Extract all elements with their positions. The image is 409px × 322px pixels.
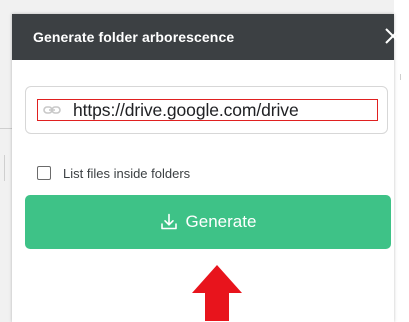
up-arrow-icon — [192, 265, 242, 321]
list-files-label[interactable]: List files inside folders — [63, 166, 190, 181]
background-divider — [400, 74, 401, 80]
url-input[interactable]: https://drive.google.com/drive — [73, 100, 299, 120]
dialog-title: Generate folder arborescence — [33, 29, 235, 45]
download-icon — [160, 213, 177, 230]
generate-dialog: Generate folder arborescence https://dri… — [12, 14, 401, 322]
generate-button[interactable]: Generate — [25, 195, 391, 249]
dialog-header: Generate folder arborescence — [12, 14, 401, 60]
close-icon[interactable] — [380, 23, 406, 49]
generate-button-content[interactable]: Generate — [25, 195, 391, 249]
link-icon — [43, 106, 61, 114]
url-input-container[interactable]: https://drive.google.com/drive — [25, 86, 388, 134]
background-divider — [4, 155, 5, 181]
background-left — [0, 0, 12, 322]
background-divider — [0, 128, 12, 129]
generate-button-label[interactable]: Generate — [186, 212, 257, 232]
url-highlight-box[interactable]: https://drive.google.com/drive — [37, 99, 378, 121]
list-files-checkbox[interactable] — [37, 166, 51, 180]
